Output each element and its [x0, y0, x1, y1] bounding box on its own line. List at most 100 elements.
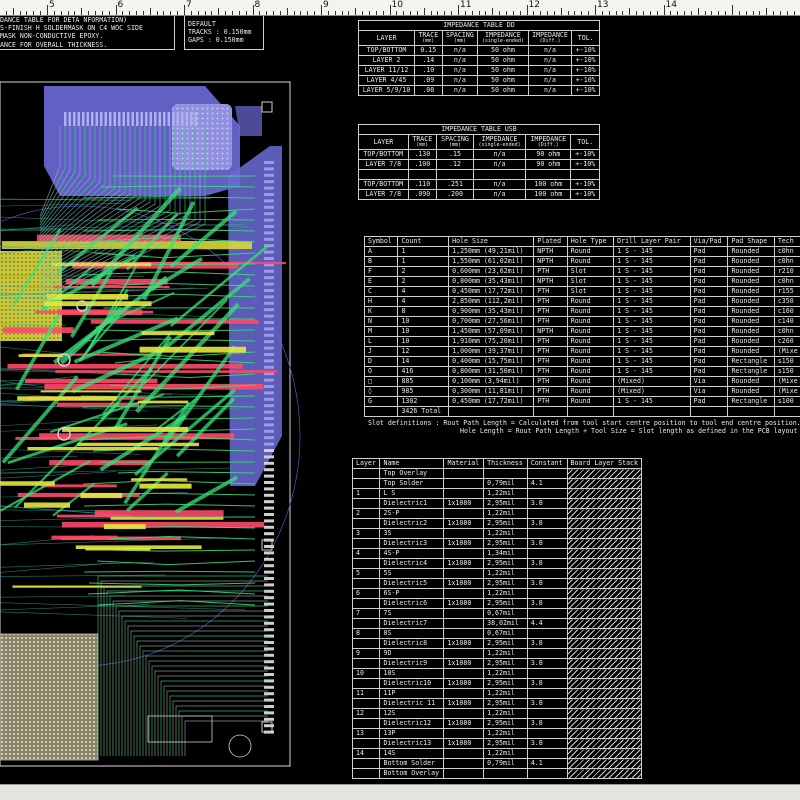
table-cell: [566, 688, 642, 699]
table-row: Dielectric 11 1x1080 2,95mil 3.8: [351, 698, 642, 709]
table-row: LAYER 2.14 n/a 50 ohm n/a +-10%: [357, 54, 600, 66]
table-cell: 9D: [379, 648, 445, 659]
table-cell: PTH: [533, 386, 568, 397]
ruler-minor-tick: [636, 11, 638, 15]
connector-pin: [264, 295, 274, 299]
ic-pin: [91, 112, 94, 126]
table-cell: Round: [566, 396, 615, 407]
table-cell: .15: [436, 148, 474, 160]
horizontal-ruler[interactable]: 5 6 7 8 9 10 11 12 13 14: [0, 0, 800, 16]
table-cell: 8: [397, 306, 450, 317]
table-cell: [526, 768, 568, 779]
connector-pin: [264, 193, 274, 196]
table-cell: 0,400mm (15,75mil): [448, 356, 535, 367]
column-header: Name: [379, 458, 445, 469]
table-cell: [351, 738, 381, 749]
ruler-minor-tick: [505, 11, 507, 15]
table-cell: 1 S - 145: [613, 246, 691, 257]
table-cell: [566, 668, 642, 679]
connector-pin: [264, 186, 274, 190]
table-cell: Rounded: [727, 246, 775, 257]
label-box: [147, 715, 213, 743]
trace-segment: [0, 471, 117, 479]
connector-pin: [264, 461, 274, 465]
table-cell: r210: [773, 266, 800, 277]
table-cell: H: [363, 296, 399, 307]
ruler-minor-tick: [588, 11, 590, 15]
table-row: H 4 2,850mm (112,2mil) PTH Round 1 S - 145 Pad…: [363, 296, 800, 307]
table-cell: Pad: [689, 306, 729, 317]
table-cell: 0,700mm (27,56mil): [448, 316, 535, 327]
ruler-minor-tick: [471, 11, 473, 15]
table-cell: Pad: [689, 246, 729, 257]
table-cell: 1,000mm (39,37mil): [448, 346, 535, 357]
ic-pin: [73, 112, 76, 126]
table-cell: [566, 588, 642, 599]
table-title: IMPEDANCE TABLE USB: [358, 124, 600, 135]
table-cell: Top Solder: [379, 478, 445, 489]
pcb-canvas[interactable]: DANCE TABLE FOR DETA NFORMATION) S-FINIS…: [0, 16, 800, 784]
ruler-minor-tick: [40, 11, 42, 15]
table-cell: [436, 168, 474, 180]
ruler-minor-tick: [382, 11, 384, 15]
ruler-minor-tick: [348, 11, 350, 15]
table-cell: Rectangle: [727, 396, 775, 407]
status-bar: [0, 784, 800, 800]
ruler-minor-tick: [197, 11, 199, 15]
column-header: Count: [397, 236, 450, 247]
ruler-minor-tick: [204, 11, 206, 15]
table-row: J 12 1,000mm (39,37mil) PTH Round 1 S - 145 Pa…: [363, 346, 800, 357]
table-cell: Via: [689, 386, 729, 397]
connector-pin: [264, 282, 274, 286]
table-row: L 10 1,910mm (75,20mil) PTH Round 1 S - 145 Pa…: [363, 336, 800, 347]
connector-pin: [264, 532, 274, 536]
ruler-minor-tick: [553, 11, 555, 15]
table-cell: c0hn: [773, 276, 800, 287]
table-row: Dielectric5 1x1080 2,95mil 3.8: [351, 578, 642, 589]
connector-pin: [264, 321, 274, 324]
table-cell: 10S: [379, 668, 445, 679]
table-cell: 2S-P: [379, 508, 445, 519]
ruler-major-tick: [526, 5, 528, 15]
table-cell: 12: [351, 708, 381, 719]
table-cell: Pad: [689, 296, 729, 307]
table-cell: PTH: [533, 346, 568, 357]
connector-pin: [264, 161, 274, 164]
ruler-minor-tick: [451, 11, 453, 15]
table-cell: 0,800mm (35,43mil): [448, 276, 535, 287]
table-cell: PTH: [533, 266, 568, 277]
table-cell: [566, 538, 642, 549]
table-cell: 1x1080: [443, 498, 485, 509]
table-cell: Round: [566, 376, 615, 387]
connector-pin: [264, 525, 274, 529]
table-row: 4 4S-P 1,34mil: [351, 548, 642, 559]
ic-pin: [82, 112, 85, 126]
table-row: A 1 1,250mm (49,21mil) NPTH Round 1 S - 145 Pa…: [363, 246, 800, 257]
ruler-minor-tick: [738, 11, 740, 15]
trace-segment: [0, 562, 113, 573]
table-cell: PTH: [533, 296, 568, 307]
column-header-unit: (single-ended): [478, 141, 521, 148]
ruler-minor-tick: [423, 8, 425, 15]
connector-pin: [264, 468, 274, 472]
table-cell: TOP/BOTTOM: [358, 178, 409, 190]
table-cell: J: [363, 346, 399, 357]
table-cell: Rounded: [727, 386, 775, 397]
table-row: 8 8S 0,67mil: [351, 628, 642, 639]
fab-notes-frame: [0, 16, 175, 50]
drill-note-line: Hole Length = Rout Path Length + Tool Si…: [460, 427, 798, 436]
ic-pin: [95, 112, 98, 126]
table-row: 1L S 1,22mil: [351, 488, 642, 499]
table-row: Dielectric3 1x1080 2,95mil 3.8: [351, 538, 642, 549]
ruler-minor-tick: [649, 11, 651, 15]
table-cell: 50 ohm: [477, 54, 529, 66]
table-cell: 2,95mil: [483, 558, 528, 569]
ruler-minor-tick: [19, 11, 21, 15]
column-header: LAYER: [358, 134, 409, 150]
table-title: IMPEDANCE TABLE DD: [358, 20, 600, 31]
table-cell: Top Overlay: [379, 468, 445, 479]
ic-pin: [190, 112, 193, 126]
ruler-minor-tick: [60, 11, 62, 15]
table-cell: 12S: [379, 708, 445, 719]
ic-pin: [163, 112, 166, 126]
